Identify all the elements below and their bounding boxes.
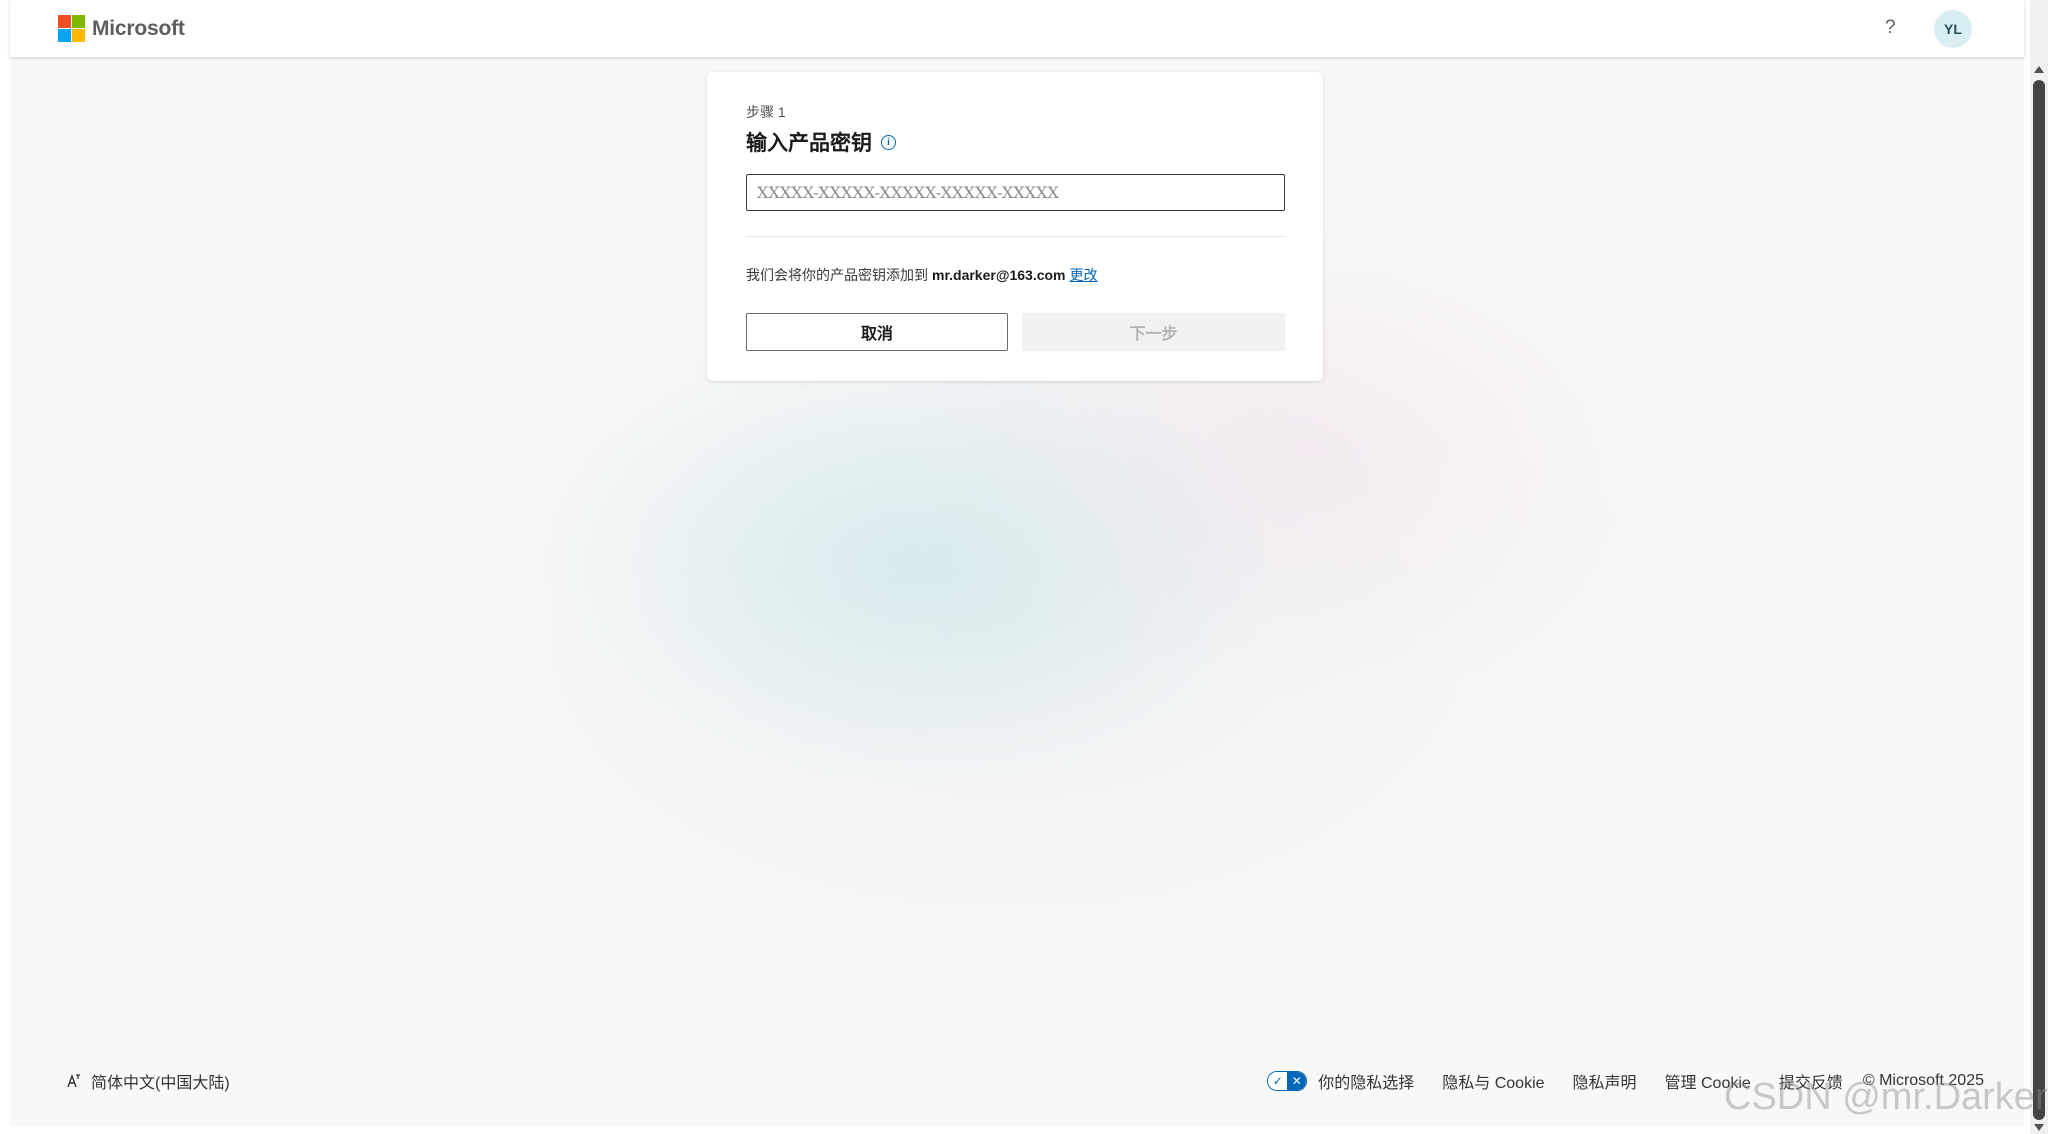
privacy-toggle-icon: ✓ ✕ <box>1267 1071 1308 1091</box>
info-icon[interactable]: i <box>881 134 896 150</box>
top-header: Microsoft ? YL <box>10 0 2024 57</box>
microsoft-logo[interactable]: Microsoft <box>58 15 185 42</box>
title-row: 输入产品密钥 i <box>746 127 896 157</box>
account-avatar[interactable]: YL <box>1934 10 1972 48</box>
product-key-input[interactable] <box>746 174 1285 211</box>
scroll-thumb[interactable] <box>2033 80 2045 1120</box>
privacy-cookie-link[interactable]: 隐私与 Cookie <box>1442 1069 1544 1093</box>
account-note: 我们会将你的产品密钥添加到 mr.darker@163.com 更改 <box>746 265 1098 285</box>
language-selector[interactable]: 简体中文(中国大陆) <box>66 1069 230 1093</box>
language-label: 简体中文(中国大陆) <box>91 1075 230 1092</box>
note-text: 我们会将你的产品密钥添加到 <box>746 267 928 283</box>
scrollbar[interactable] <box>2030 0 2048 1134</box>
next-button[interactable]: 下一步 <box>1022 313 1285 351</box>
privacy-choices-link[interactable]: ✓ ✕ 你的隐私选择 <box>1267 1069 1414 1093</box>
page-title: 输入产品密钥 <box>746 132 872 155</box>
footer: 简体中文(中国大陆) ✓ ✕ 你的隐私选择 隐私与 Cookie 隐私声明 管理 … <box>10 1066 2024 1094</box>
page: Microsoft ? YL 步骤 1 输入产品密钥 i 我们会将你的产品密钥添… <box>0 0 2048 1134</box>
privacy-choice-label: 你的隐私选择 <box>1318 1075 1415 1092</box>
language-icon <box>67 1073 80 1088</box>
watermark: CSDN @mr.Darker <box>1724 1076 2048 1118</box>
scroll-up-arrow-icon[interactable] <box>2034 66 2044 73</box>
help-icon[interactable]: ? <box>1885 17 1896 39</box>
microsoft-logo-icon <box>58 15 85 42</box>
change-account-link[interactable]: 更改 <box>1070 267 1098 283</box>
scroll-down-arrow-icon[interactable] <box>2034 1124 2044 1131</box>
account-email: mr.darker@163.com <box>932 267 1066 283</box>
privacy-statement-link[interactable]: 隐私声明 <box>1573 1069 1637 1093</box>
brand-name: Microsoft <box>92 16 185 40</box>
product-key-card: 步骤 1 输入产品密钥 i 我们会将你的产品密钥添加到mr.darker@163… <box>707 72 1323 381</box>
cancel-button[interactable]: 取消 <box>746 313 1008 351</box>
divider <box>746 236 1285 237</box>
step-label: 步骤 1 <box>746 104 786 120</box>
